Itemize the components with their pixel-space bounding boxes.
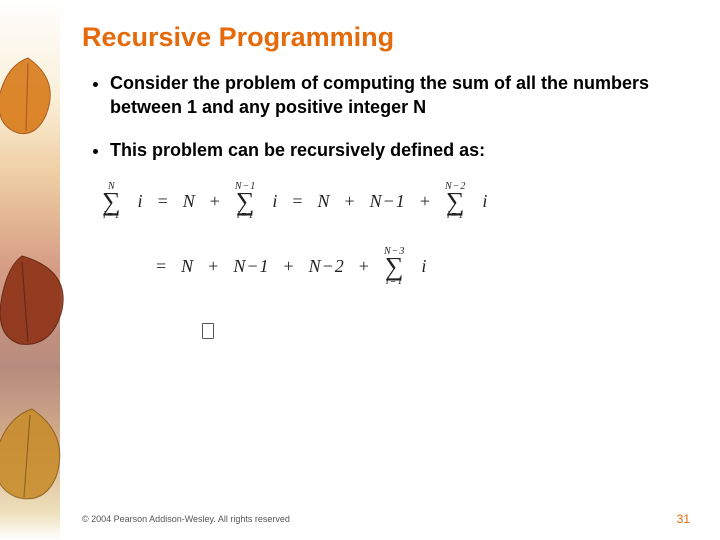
bullet-item: Consider the problem of computing the su…: [110, 71, 690, 120]
math-plus: +: [210, 191, 221, 212]
math-plus: +: [208, 256, 219, 277]
math-eq: =: [158, 191, 169, 212]
math-row-2: = N + N−1 + N−2 + N−3 ∑ i=1 i: [102, 247, 690, 286]
math-var: i: [272, 191, 278, 212]
leaf-icon: [0, 250, 82, 360]
sigma-icon: N−1 ∑ i=1: [235, 182, 256, 221]
sigma-icon: N−2 ∑ i=1: [445, 182, 466, 221]
math-plus: +: [359, 256, 370, 277]
math-eq: =: [156, 256, 167, 277]
leaf-icon: [0, 55, 68, 145]
math-expression: N ∑ i=1 i = N + N−1 ∑ i=1 i = N + N−1 + …: [102, 182, 690, 344]
math-var: N−1: [233, 256, 269, 277]
math-var: i: [421, 256, 427, 277]
slide-title: Recursive Programming: [82, 22, 690, 53]
sigma-icon: N−3 ∑ i=1: [384, 247, 405, 286]
math-var: i: [482, 191, 488, 212]
math-row-1: N ∑ i=1 i = N + N−1 ∑ i=1 i = N + N−1 + …: [102, 182, 690, 221]
bullet-list: Consider the problem of computing the su…: [82, 71, 690, 162]
math-plus: +: [345, 191, 356, 212]
math-var: i: [138, 191, 144, 212]
leaf-icon: [0, 405, 77, 515]
math-plus: +: [420, 191, 431, 212]
math-var: N: [181, 256, 194, 277]
math-var: N: [183, 191, 196, 212]
math-eq: =: [292, 191, 303, 212]
math-var: N−1: [370, 191, 406, 212]
math-plus: +: [283, 256, 294, 277]
math-var: N−2: [309, 256, 345, 277]
placeholder-glyph-icon: [202, 323, 214, 339]
page-number: 31: [677, 512, 690, 526]
bullet-item: This problem can be recursively defined …: [110, 138, 690, 162]
math-var: N: [317, 191, 330, 212]
copyright-footer: © 2004 Pearson Addison-Wesley. All right…: [82, 514, 290, 524]
sigma-icon: N ∑ i=1: [102, 182, 122, 221]
slide-content: Recursive Programming Consider the probl…: [82, 22, 690, 510]
